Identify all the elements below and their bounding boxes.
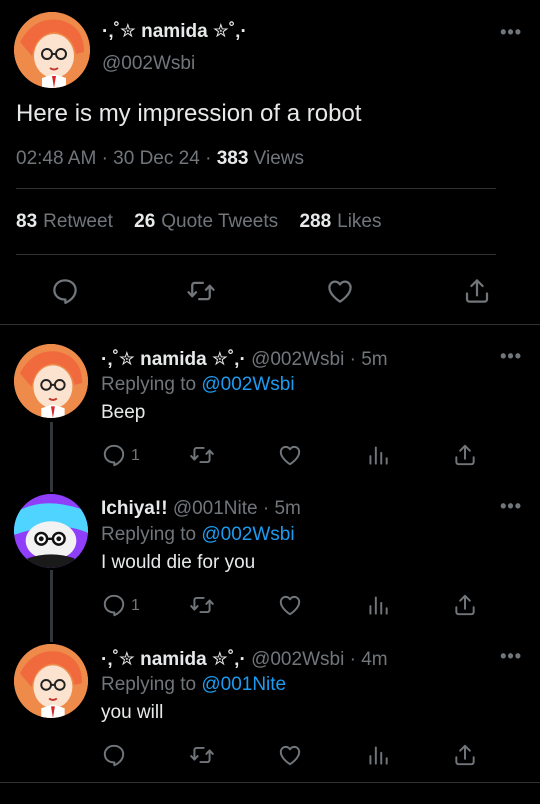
divider [0, 782, 540, 783]
tweet-time[interactable]: 02:48 AM [16, 148, 96, 169]
replying-to-link[interactable]: @002Wsbi [201, 374, 294, 395]
quotes-label: Quote Tweets [161, 211, 279, 232]
reply-text: you will [101, 702, 164, 723]
divider [16, 254, 496, 255]
tweet-actions [0, 270, 540, 310]
avatar[interactable] [14, 494, 88, 568]
avatar-image [14, 12, 90, 88]
replying-prefix: Replying to [101, 524, 197, 545]
handle[interactable]: @001Nite [173, 498, 258, 519]
display-name[interactable]: ·‚˚✮ namida ✮˚‚· [101, 349, 246, 370]
quotes-count: 26 [134, 211, 156, 232]
more-icon[interactable]: ••• [500, 646, 522, 667]
reply-icon[interactable] [101, 592, 127, 618]
avatar-image [14, 644, 88, 718]
like-icon[interactable] [277, 742, 303, 768]
separator: · [262, 498, 270, 519]
share-icon[interactable] [452, 442, 478, 468]
retweets-count: 83 [16, 211, 38, 232]
reply-icon[interactable] [101, 742, 127, 768]
separator: · [349, 649, 356, 670]
reply-icon[interactable] [101, 442, 127, 468]
handle[interactable]: @002Wsbi [251, 649, 344, 670]
likes-count: 288 [299, 211, 332, 232]
more-icon[interactable]: ••• [500, 496, 522, 517]
like-icon[interactable] [325, 276, 355, 306]
reply-actions: 1 [0, 592, 540, 622]
avatar[interactable] [14, 344, 88, 418]
replying-to: Replying to @002Wsbi [101, 524, 295, 546]
share-icon[interactable] [452, 742, 478, 768]
avatar[interactable] [14, 644, 88, 718]
display-name[interactable]: ·‚˚✮ namida ✮˚‚· [101, 649, 246, 670]
reply-actions [0, 742, 540, 772]
avatar-image [14, 344, 88, 418]
separator: · [349, 349, 356, 370]
replying-to: Replying to @002Wsbi [101, 374, 295, 396]
divider [0, 324, 540, 325]
reply-count: 1 [131, 597, 140, 614]
display-name[interactable]: Ichiya!! [101, 498, 168, 519]
views-label: Views [253, 148, 305, 169]
reply-header: Ichiya!! @001Nite · 5m [101, 498, 301, 520]
retweet-icon[interactable] [186, 276, 216, 306]
share-icon[interactable] [452, 592, 478, 618]
separator: · [101, 148, 108, 169]
likes-label: Likes [337, 211, 382, 232]
reply-time[interactable]: 4m [361, 649, 387, 670]
like-icon[interactable] [277, 592, 303, 618]
retweet-icon[interactable] [189, 592, 215, 618]
likes-stat[interactable]: 288 Likes [299, 211, 381, 232]
reply-text: I would die for you [101, 552, 256, 573]
tweet-text: Here is my impression of a robot [16, 100, 362, 127]
like-icon[interactable] [277, 442, 303, 468]
engagement-stats: 83 Retweet 26 Quote Tweets 288 Likes [16, 211, 398, 233]
replying-to: Replying to @001Nite [101, 674, 286, 696]
avatar[interactable] [14, 12, 90, 88]
retweets-stat[interactable]: 83 Retweet [16, 211, 113, 232]
views-icon[interactable] [365, 742, 391, 768]
replying-to-link[interactable]: @002Wsbi [201, 524, 294, 545]
reply-header: ·‚˚✮ namida ✮˚‚· @002Wsbi · 5m [101, 348, 388, 371]
quotes-stat[interactable]: 26 Quote Tweets [134, 211, 278, 232]
views-count: 383 [216, 148, 249, 169]
replying-prefix: Replying to [101, 374, 197, 395]
reply-count: 1 [131, 447, 140, 464]
views-icon[interactable] [365, 592, 391, 618]
replying-prefix: Replying to [101, 674, 197, 695]
retweet-icon[interactable] [189, 442, 215, 468]
display-name[interactable]: ·‚˚✮ namida ✮˚‚· [102, 20, 247, 43]
avatar-image [14, 494, 88, 568]
handle[interactable]: @002Wsbi [102, 53, 195, 75]
more-icon[interactable]: ••• [500, 22, 522, 43]
views-icon[interactable] [365, 442, 391, 468]
tweet-meta: 02:48 AM · 30 Dec 24 · 383 Views [16, 148, 304, 170]
separator: · [205, 148, 212, 169]
reply-actions: 1 [0, 442, 540, 472]
reply-header: ·‚˚✮ namida ✮˚‚· @002Wsbi · 4m [101, 648, 388, 671]
retweets-label: Retweet [43, 211, 113, 232]
replying-to-link[interactable]: @001Nite [201, 674, 286, 695]
reply-time[interactable]: 5m [361, 349, 387, 370]
handle[interactable]: @002Wsbi [251, 349, 344, 370]
reply-text: Beep [101, 402, 146, 423]
share-icon[interactable] [462, 276, 492, 306]
reply-time[interactable]: 5m [274, 498, 300, 519]
tweet-date[interactable]: 30 Dec 24 [113, 148, 200, 169]
reply-icon[interactable] [50, 276, 80, 306]
divider [16, 188, 496, 189]
retweet-icon[interactable] [189, 742, 215, 768]
more-icon[interactable]: ••• [500, 346, 522, 367]
